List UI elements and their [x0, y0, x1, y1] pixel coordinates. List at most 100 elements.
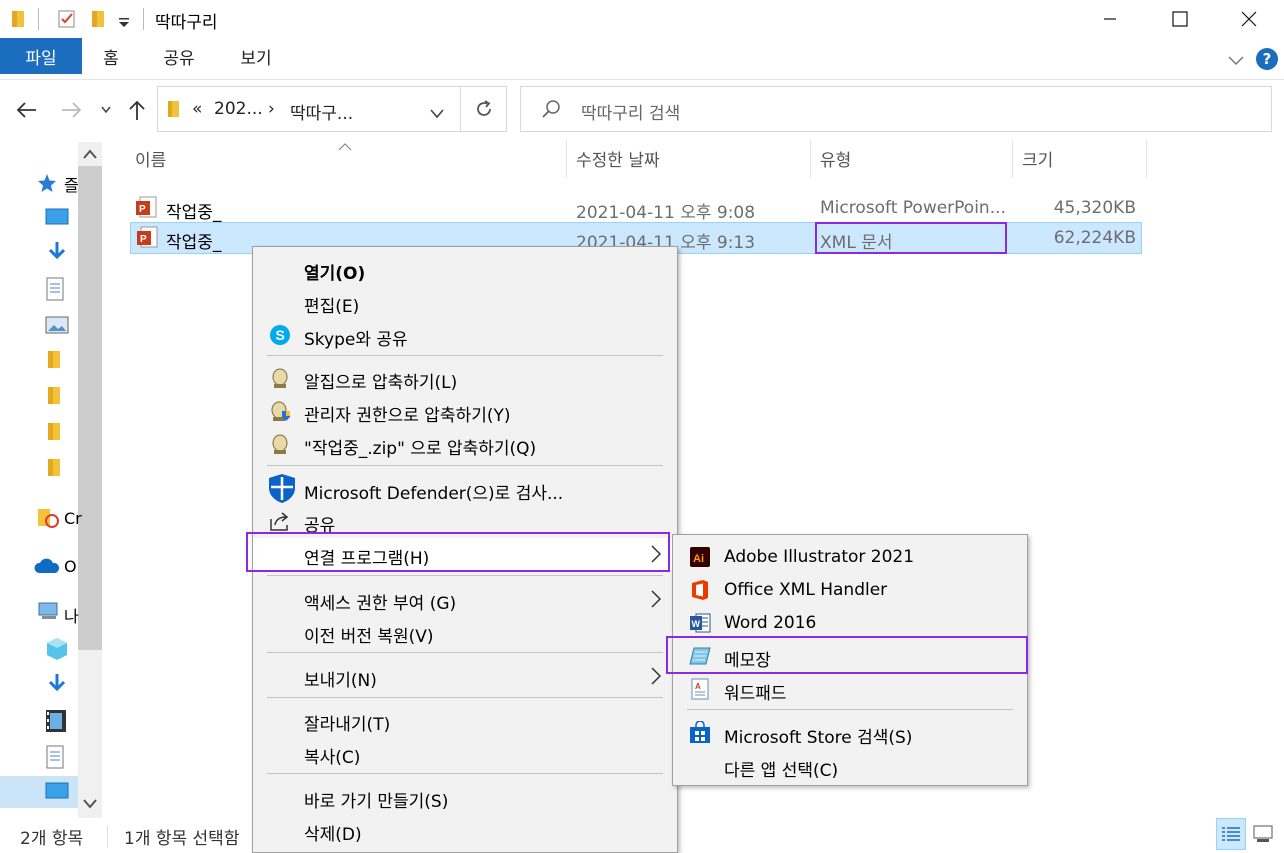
- breadcrumb-segment[interactable]: 딱따구...: [290, 99, 353, 124]
- videos-icon[interactable]: [44, 708, 70, 734]
- chevron-right-icon: [651, 545, 662, 563]
- forward-button[interactable]: [58, 96, 86, 124]
- defender-shield-icon: [269, 474, 295, 503]
- file-row[interactable]: P 작업중_ 2021-04-11 오후 9:08 Microsoft Powe…: [130, 192, 1142, 224]
- menu-item-label: Skype와 공유: [304, 330, 408, 350]
- column-divider[interactable]: [1146, 140, 1147, 178]
- onedrive-icon: [34, 558, 60, 573]
- details-view-icon: [1222, 827, 1240, 841]
- submenu-item-store-search[interactable]: Microsoft Store 검색(S): [673, 717, 1029, 749]
- menu-item-skype-share[interactable]: S Skype와 공유: [253, 319, 679, 351]
- open-with-submenu: Ai Adobe Illustrator 2021 Office XML Han…: [672, 534, 1028, 786]
- help-button[interactable]: ?: [1256, 48, 1278, 70]
- desktop-icon[interactable]: [44, 206, 70, 232]
- refresh-icon[interactable]: [474, 99, 494, 123]
- folder-icon[interactable]: [44, 348, 70, 374]
- minimize-button[interactable]: [1075, 0, 1145, 38]
- menu-item-alzip-admin[interactable]: 관리자 권한으로 압축하기(Y): [253, 395, 679, 427]
- menu-item-restore-versions[interactable]: 이전 버전 복원(V): [253, 616, 679, 648]
- menu-item-cut[interactable]: 잘라내기(T): [253, 704, 679, 736]
- customize-toolbar-icon[interactable]: [118, 14, 130, 33]
- file-size: 45,320KB: [1053, 198, 1136, 218]
- details-view-button[interactable]: [1216, 818, 1246, 850]
- up-button[interactable]: [124, 96, 150, 124]
- submenu-item-illustrator[interactable]: Ai Adobe Illustrator 2021: [673, 541, 1029, 573]
- downloads-icon[interactable]: [44, 240, 70, 266]
- file-type: Microsoft PowerPoin...: [820, 198, 1006, 218]
- sidebar-item-creative-cloud[interactable]: Cr: [36, 506, 82, 532]
- column-header-size[interactable]: 크기: [1022, 146, 1053, 171]
- column-divider[interactable]: [566, 140, 567, 178]
- scroll-up-icon[interactable]: [82, 146, 98, 165]
- submenu-item-notepad[interactable]: 메모장: [673, 640, 1029, 672]
- sidebar-scroll-thumb[interactable]: [78, 166, 102, 650]
- folder-icon[interactable]: [44, 456, 70, 482]
- submenu-item-office-xml[interactable]: Office XML Handler: [673, 574, 1029, 606]
- menu-item-open[interactable]: 열기(O): [253, 253, 679, 285]
- menu-item-alzip[interactable]: 알집으로 압축하기(L): [253, 362, 679, 394]
- menu-item-share[interactable]: 공유: [253, 505, 679, 537]
- documents-icon[interactable]: [44, 276, 70, 302]
- desktop-icon[interactable]: [44, 780, 70, 806]
- downloads-icon[interactable]: [44, 672, 70, 698]
- close-button[interactable]: [1214, 0, 1284, 38]
- submenu-item-word[interactable]: W Word 2016: [673, 607, 1029, 639]
- divider: [107, 826, 108, 848]
- search-box[interactable]: 딱따구리 검색: [520, 86, 1272, 132]
- sidebar-item-this-pc[interactable]: 나: [36, 600, 79, 626]
- properties-icon[interactable]: [56, 8, 78, 34]
- documents-icon[interactable]: [44, 744, 70, 770]
- column-divider[interactable]: [810, 140, 811, 178]
- menu-item-label: 다른 앱 선택(C): [724, 761, 839, 781]
- column-header-date[interactable]: 수정한 날짜: [576, 146, 660, 171]
- new-folder-icon[interactable]: [90, 8, 108, 34]
- tab-share[interactable]: 공유: [152, 38, 206, 74]
- pictures-icon[interactable]: [44, 314, 70, 340]
- maximize-button[interactable]: [1145, 0, 1215, 38]
- submenu-item-choose-app[interactable]: 다른 앱 선택(C): [673, 750, 1029, 782]
- tab-home[interactable]: 홈: [90, 38, 132, 74]
- column-header-type[interactable]: 유형: [820, 146, 851, 171]
- menu-item-create-shortcut[interactable]: 바로 가기 만들기(S): [253, 781, 679, 813]
- submenu-item-wordpad[interactable]: A 워드패드: [673, 673, 1029, 705]
- svg-text:W: W: [692, 619, 701, 629]
- column-header-name[interactable]: 이름: [135, 146, 166, 171]
- tab-file[interactable]: 파일: [0, 38, 82, 74]
- 3d-objects-icon[interactable]: [44, 636, 70, 662]
- address-dropdown-icon[interactable]: [430, 104, 444, 123]
- sidebar-item-quick-access[interactable]: 즐: [36, 172, 79, 196]
- menu-item-label: "작업중_.zip" 으로 압축하기(Q): [304, 439, 537, 459]
- menu-item-alzip-named[interactable]: "작업중_.zip" 으로 압축하기(Q): [253, 428, 679, 460]
- breadcrumb-overflow[interactable]: «: [192, 99, 202, 119]
- menu-separator: [267, 355, 663, 356]
- breadcrumb-segment[interactable]: 202...: [214, 99, 263, 119]
- illustrator-icon: Ai: [690, 547, 710, 567]
- status-bar: 2개 항목 1개 항목 선택함: [0, 820, 1284, 853]
- large-icons-view-button[interactable]: [1248, 818, 1278, 850]
- scroll-down-icon[interactable]: [82, 796, 98, 815]
- menu-item-copy[interactable]: 복사(C): [253, 737, 679, 769]
- recent-locations-button[interactable]: [96, 96, 116, 124]
- tab-view[interactable]: 보기: [228, 38, 284, 74]
- expand-ribbon-icon[interactable]: [1228, 52, 1244, 71]
- menu-item-edit[interactable]: 편집(E): [253, 286, 679, 318]
- back-button[interactable]: [12, 96, 40, 124]
- menu-item-give-access[interactable]: 액세스 권한 부여 (G): [253, 583, 679, 615]
- menu-item-defender-scan[interactable]: Microsoft Defender(으)로 검사...: [253, 473, 679, 505]
- address-bar[interactable]: « 202... › 딱따구...: [157, 86, 507, 132]
- minimize-icon: [1104, 18, 1116, 20]
- sidebar-item-label: 나: [64, 607, 79, 626]
- menu-item-open-with[interactable]: 연결 프로그램(H): [253, 538, 679, 570]
- breadcrumb-separator[interactable]: ›: [268, 99, 275, 119]
- menu-item-label: 연결 프로그램(H): [304, 549, 430, 569]
- menu-item-label: 바로 가기 만들기(S): [304, 792, 449, 812]
- sidebar-item-onedrive[interactable]: O: [34, 554, 78, 580]
- folder-icon[interactable]: [44, 384, 70, 410]
- folder-icon[interactable]: [44, 420, 70, 446]
- svg-text:P: P: [140, 234, 147, 245]
- menu-separator: [267, 652, 663, 653]
- forward-arrow-icon: [62, 102, 82, 118]
- menu-item-label: 보내기(N): [304, 671, 377, 691]
- column-divider[interactable]: [1012, 140, 1013, 178]
- menu-item-send-to[interactable]: 보내기(N): [253, 660, 679, 692]
